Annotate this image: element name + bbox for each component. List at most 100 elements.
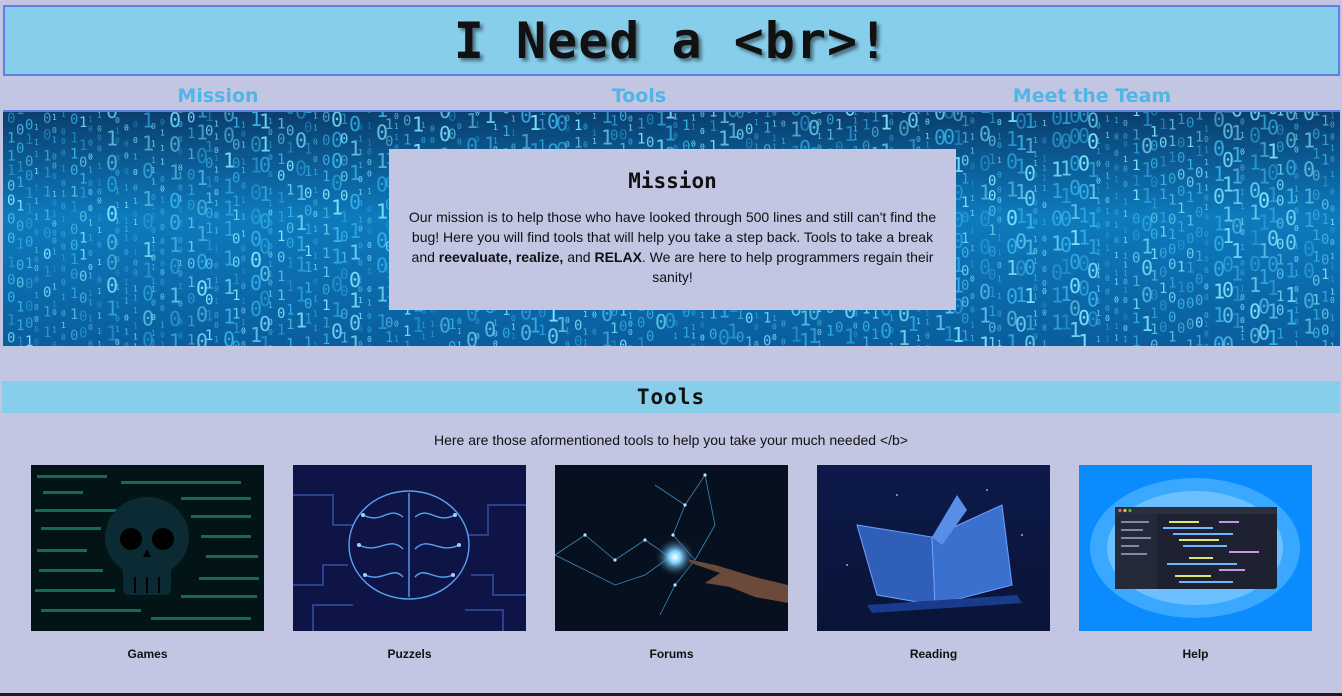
svg-text:1: 1: [115, 201, 120, 210]
svg-text:0: 0: [1294, 172, 1299, 181]
svg-text:0: 0: [1240, 293, 1245, 302]
svg-text:0: 0: [214, 284, 219, 293]
svg-text:1: 1: [43, 265, 51, 281]
svg-text:0: 0: [1033, 333, 1038, 342]
svg-text:0: 0: [25, 216, 33, 232]
svg-text:1: 1: [214, 335, 219, 344]
svg-text:1: 1: [1105, 207, 1110, 216]
svg-text:0: 0: [61, 230, 66, 239]
digital-book-image[interactable]: [817, 465, 1050, 631]
tool-label-forums[interactable]: Forums: [555, 647, 788, 661]
svg-text:1: 1: [1105, 131, 1110, 140]
tool-card-help[interactable]: Help: [1079, 465, 1312, 661]
svg-text:1: 1: [1294, 306, 1299, 315]
svg-text:1: 1: [1105, 115, 1110, 124]
svg-text:0: 0: [1321, 323, 1329, 339]
svg-text:1: 1: [214, 297, 219, 306]
svg-text:0: 0: [133, 183, 138, 192]
svg-text:1: 1: [1123, 236, 1128, 245]
svg-text:0: 0: [592, 311, 597, 320]
svg-text:1: 1: [52, 326, 57, 335]
svg-text:1: 1: [1330, 261, 1335, 270]
svg-text:1: 1: [1168, 150, 1176, 166]
svg-text:0: 0: [88, 179, 93, 188]
svg-text:0: 0: [1105, 304, 1110, 313]
svg-text:1: 1: [178, 172, 183, 181]
circuit-brain-image[interactable]: [293, 465, 526, 631]
svg-text:1: 1: [70, 307, 78, 323]
svg-text:0: 0: [1330, 238, 1335, 247]
svg-text:0: 0: [322, 283, 330, 299]
svg-text:0: 0: [178, 183, 183, 192]
svg-text:0: 0: [1276, 193, 1284, 209]
svg-text:1: 1: [322, 332, 330, 346]
tool-card-reading[interactable]: Reading: [817, 465, 1050, 661]
svg-text:1: 1: [1177, 201, 1185, 217]
svg-text:1: 1: [88, 115, 93, 124]
tool-card-games[interactable]: Games: [31, 465, 264, 661]
svg-text:0: 0: [745, 112, 753, 117]
svg-text:1: 1: [511, 115, 516, 124]
tool-card-puzzels[interactable]: Puzzels: [293, 465, 526, 661]
svg-text:0: 0: [1240, 163, 1245, 172]
svg-text:1: 1: [205, 139, 213, 155]
svg-text:0: 0: [214, 188, 219, 197]
tool-label-reading[interactable]: Reading: [817, 647, 1050, 661]
tools-heading: Tools: [636, 385, 706, 409]
svg-text:0: 0: [322, 187, 330, 203]
svg-text:1: 1: [394, 122, 399, 131]
svg-text:0: 0: [313, 155, 318, 164]
svg-text:1: 1: [1177, 112, 1185, 128]
svg-text:0: 0: [277, 132, 285, 148]
tool-label-games[interactable]: Games: [31, 647, 264, 661]
svg-text:1: 1: [610, 321, 618, 337]
svg-text:0: 0: [268, 219, 273, 228]
svg-text:1: 1: [997, 339, 1002, 346]
svg-text:1: 1: [313, 168, 318, 177]
svg-text:0: 0: [61, 179, 66, 188]
svg-text:0: 0: [1042, 201, 1047, 210]
svg-text:1: 1: [268, 199, 273, 208]
digital-hand-image[interactable]: [555, 465, 788, 631]
svg-text:0: 0: [457, 317, 462, 326]
nav-link-mission[interactable]: Mission: [177, 85, 258, 107]
nav-link-meet-the-team[interactable]: Meet the Team: [1013, 85, 1171, 107]
svg-text:0: 0: [115, 315, 120, 324]
svg-text:1: 1: [277, 117, 285, 133]
svg-text:0: 0: [1042, 265, 1047, 274]
svg-text:1: 1: [88, 165, 93, 174]
svg-text:1: 1: [88, 272, 93, 281]
svg-text:0: 0: [367, 312, 372, 321]
tool-label-help[interactable]: Help: [1079, 647, 1312, 661]
svg-text:1: 1: [241, 212, 246, 221]
mission-card: Mission Our mission is to help those who…: [389, 149, 956, 310]
svg-text:1: 1: [889, 112, 894, 116]
svg-text:1: 1: [1042, 119, 1047, 128]
svg-text:1: 1: [637, 336, 645, 346]
svg-text:0: 0: [1168, 242, 1176, 258]
svg-text:1: 1: [232, 272, 240, 288]
svg-text:1: 1: [97, 112, 102, 120]
svg-text:1: 1: [88, 234, 93, 243]
svg-text:1: 1: [79, 230, 87, 246]
tool-card-forums[interactable]: Forums: [555, 465, 788, 661]
svg-text:1: 1: [286, 337, 294, 346]
svg-text:1: 1: [970, 334, 975, 343]
svg-text:0: 0: [1123, 165, 1128, 174]
svg-text:1: 1: [1123, 197, 1128, 206]
svg-text:1: 1: [88, 289, 93, 298]
nav-link-tools[interactable]: Tools: [612, 85, 666, 107]
svg-text:0: 0: [124, 167, 129, 176]
svg-text:1: 1: [34, 138, 39, 147]
tool-label-puzzels[interactable]: Puzzels: [293, 647, 526, 661]
svg-text:0: 0: [322, 153, 330, 169]
svg-text:1: 1: [1294, 162, 1299, 171]
svg-text:1: 1: [133, 153, 138, 162]
skull-code-image[interactable]: [31, 465, 264, 631]
code-editor-image[interactable]: [1079, 465, 1312, 631]
svg-text:0: 0: [1339, 112, 1340, 126]
svg-text:0: 0: [124, 152, 129, 161]
svg-text:1: 1: [124, 296, 129, 305]
mission-bold-reevaluate: reevaluate, realize,: [438, 249, 564, 265]
svg-text:0: 0: [772, 323, 777, 332]
